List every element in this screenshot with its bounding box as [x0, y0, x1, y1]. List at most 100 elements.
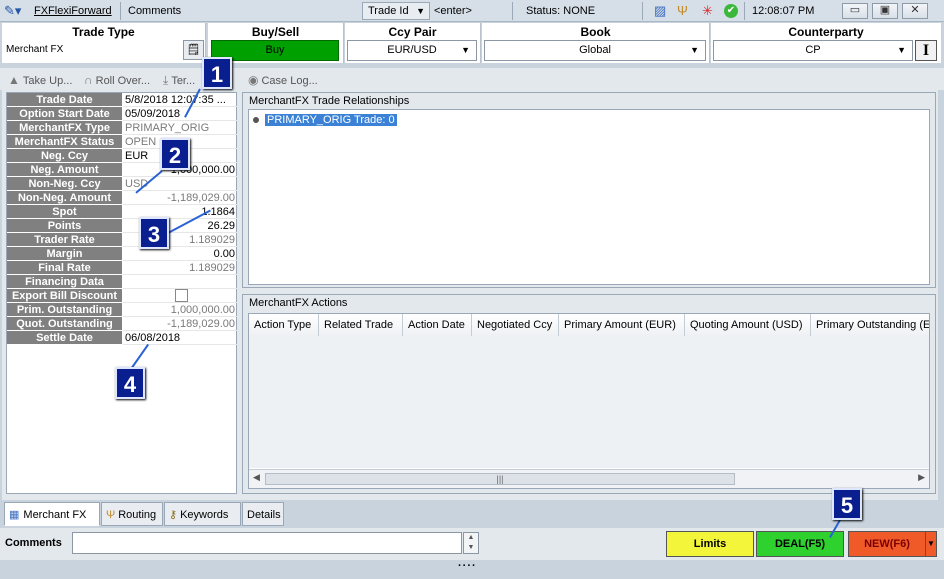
- bullet-icon: [253, 117, 259, 124]
- scroll-left-icon[interactable]: ◀: [253, 472, 260, 483]
- status-text: Status: NONE: [526, 5, 596, 17]
- trade-date-label: Trade Date: [7, 93, 122, 107]
- routing-icon[interactable]: Ψ: [677, 3, 688, 19]
- table-header: Action Type Related Trade Action Date Ne…: [249, 314, 929, 336]
- trade-type-value[interactable]: Merchant FX: [6, 44, 63, 55]
- points-label: Points: [7, 219, 122, 233]
- spot-label: Spot: [7, 205, 122, 219]
- column-header[interactable]: Related Trade: [319, 314, 403, 336]
- new-dropdown-arrow[interactable]: ▼: [925, 531, 937, 557]
- export-bill-discount-label: Export Bill Discount: [7, 289, 122, 303]
- buy-sell-title: Buy/Sell: [251, 25, 300, 39]
- chart-icon[interactable]: ▨: [654, 3, 666, 19]
- trade-date-value[interactable]: 5/8/2018 12:07:35 ...: [123, 93, 237, 107]
- status-strip: ····: [0, 560, 944, 579]
- column-header[interactable]: Negotiated Ccy: [472, 314, 559, 336]
- neg-ccy-label: Neg. Ccy: [7, 149, 122, 163]
- tab-routing[interactable]: Ψ Routing: [101, 502, 163, 526]
- actions-table: Action Type Related Trade Action Date Ne…: [248, 313, 930, 489]
- app-menu-icon[interactable]: ✎▾: [4, 3, 28, 19]
- horizontal-scrollbar[interactable]: ◀ ||| ▶: [249, 469, 929, 488]
- column-header[interactable]: Action Type: [249, 314, 319, 336]
- text-cursor-icon[interactable]: I: [915, 40, 937, 61]
- merchantfx-actions-panel: MerchantFX Actions Action Type Related T…: [242, 294, 936, 494]
- trade-id-dropdown[interactable]: Trade Id ▼: [362, 2, 430, 20]
- comments-tab[interactable]: Comments: [128, 3, 181, 19]
- tab-merchant-fx[interactable]: ▦ Merchant FX: [4, 502, 100, 526]
- buy-sell-value: Buy: [265, 44, 285, 56]
- option-start-date-label: Option Start Date: [7, 107, 122, 121]
- relationship-item-label: PRIMARY_ORIG Trade: 0: [265, 114, 397, 126]
- margin-value[interactable]: 0.00: [123, 247, 237, 261]
- trade-id-input[interactable]: <enter>: [434, 3, 472, 19]
- title-bar: ✎▾ FXFlexiForward Comments Trade Id ▼ <e…: [0, 0, 944, 22]
- take-up-action[interactable]: ▲ Take Up...: [8, 72, 72, 88]
- column-header[interactable]: Quoting Amount (USD): [685, 314, 811, 336]
- export-bill-discount-checkbox[interactable]: [175, 289, 188, 302]
- field-row: Trade Date 5/8/2018 12:07:35 ...: [7, 93, 238, 107]
- neg-amount-label: Neg. Amount: [7, 163, 122, 177]
- actions-table-title: MerchantFX Actions: [249, 297, 348, 309]
- trader-rate-label: Trader Rate: [7, 233, 122, 247]
- case-log-icon: ◉: [248, 73, 259, 87]
- resize-grip-icon[interactable]: ····: [458, 560, 477, 572]
- roll-over-action[interactable]: ∩ Roll Over...: [84, 72, 150, 88]
- final-rate-value: 1.189029: [123, 261, 237, 275]
- option-start-date-value[interactable]: 05/09/2018: [123, 107, 237, 121]
- field-row: Settle Date 06/08/2018: [7, 331, 238, 345]
- roll-over-label: Roll Over...: [95, 75, 151, 87]
- clock-time: 12:08:07 PM: [752, 5, 815, 17]
- relationships-title: MerchantFX Trade Relationships: [249, 95, 410, 107]
- flag-icon[interactable]: ✳: [702, 3, 713, 19]
- new-button[interactable]: NEW(F6): [848, 531, 926, 557]
- case-log-action[interactable]: ◉ Case Log...: [248, 72, 318, 88]
- field-row: Non-Neg. Amount -1,189,029.00: [7, 191, 238, 205]
- scroll-right-icon[interactable]: ▶: [918, 472, 925, 483]
- maximize-button[interactable]: ▣: [872, 3, 898, 19]
- prim-outstanding-value: 1,000,000.00: [123, 303, 237, 317]
- field-row: Financing Data: [7, 275, 238, 289]
- non-neg-amount-label: Non-Neg. Amount: [7, 191, 122, 205]
- field-row: MerchantFX Type PRIMARY_ORIG: [7, 121, 238, 135]
- tab-merchant-fx-label: Merchant FX: [23, 509, 87, 521]
- column-header[interactable]: Action Date: [403, 314, 472, 336]
- minimize-button[interactable]: ▭: [842, 3, 868, 19]
- trade-relationships-panel: MerchantFX Trade Relationships PRIMARY_O…: [242, 92, 936, 288]
- trade-fields-panel: Trade Date 5/8/2018 12:07:35 ... Option S…: [6, 92, 237, 494]
- tree-item[interactable]: PRIMARY_ORIG Trade: 0: [253, 113, 397, 127]
- column-header[interactable]: Primary Outstanding (E: [811, 314, 929, 336]
- non-neg-amount-value: -1,189,029.00: [123, 191, 237, 205]
- key-icon: ⚷: [169, 509, 178, 521]
- close-button[interactable]: ✕: [902, 3, 928, 19]
- field-row: Margin 0.00: [7, 247, 238, 261]
- field-row: Neg. Amount 1,000,000.00: [7, 163, 238, 177]
- financing-data-value[interactable]: [123, 275, 237, 289]
- trade-id-label: Trade Id: [368, 5, 409, 17]
- bottom-tabs: ▦ Merchant FX Ψ Routing ⚷ Keywords Details: [2, 502, 942, 527]
- settle-date-value[interactable]: 06/08/2018: [123, 331, 237, 345]
- field-row: Option Start Date 05/09/2018: [7, 107, 238, 121]
- prim-outstanding-label: Prim. Outstanding: [7, 303, 122, 317]
- tab-details[interactable]: Details: [242, 502, 284, 526]
- column-header[interactable]: Primary Amount (EUR): [559, 314, 685, 336]
- tab-keywords[interactable]: ⚷ Keywords: [164, 502, 241, 526]
- field-row: Quot. Outstanding -1,189,029.00: [7, 317, 238, 331]
- terminate-action[interactable]: ⤓ Ter...: [163, 72, 195, 88]
- comments-input[interactable]: [72, 532, 462, 554]
- counterparty-value: CP: [805, 44, 821, 56]
- comments-spinner[interactable]: ▲ ▼: [463, 532, 479, 554]
- limits-button[interactable]: Limits: [666, 531, 754, 557]
- notepad-icon[interactable]: 🗒: [183, 40, 204, 60]
- counterparty-select[interactable]: CP ▼: [713, 40, 913, 61]
- field-row: Prim. Outstanding 1,000,000.00: [7, 303, 238, 317]
- ccy-pair-cell: Ccy Pair EUR/USD ▼: [345, 23, 481, 63]
- app-link[interactable]: FXFlexiForward: [34, 3, 112, 19]
- ccy-pair-select[interactable]: EUR/USD ▼: [347, 40, 477, 61]
- tab-details-label: Details: [247, 509, 281, 521]
- take-up-label: Take Up...: [22, 75, 73, 87]
- export-bill-discount-value: [123, 289, 237, 303]
- quot-outstanding-value: -1,189,029.00: [123, 317, 237, 331]
- scrollbar-thumb[interactable]: |||: [265, 473, 735, 485]
- book-select[interactable]: Global ▼: [484, 40, 706, 61]
- roll-over-icon: ∩: [84, 73, 93, 87]
